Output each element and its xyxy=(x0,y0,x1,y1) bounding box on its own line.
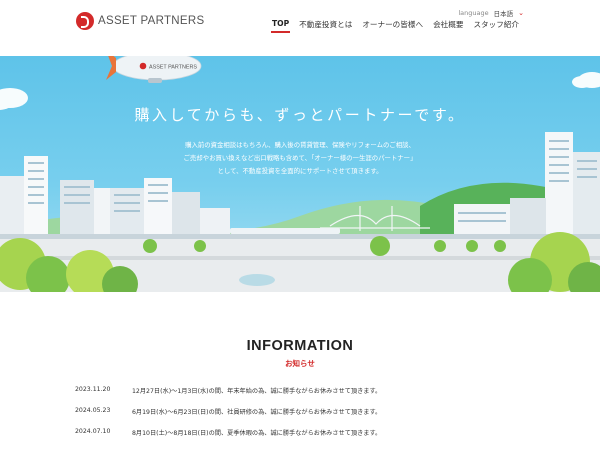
language-switcher[interactable]: language 日本語 ⌄ xyxy=(458,8,524,18)
hero-line: として、不動産投資を全面的にサポートさせて頂きます。 xyxy=(217,167,383,175)
hero-line: 購入前の資金相談はもちろん、購入後の賃貸管理、保険やリフォームのご相談、 xyxy=(185,141,415,149)
information-heading: INFORMATION xyxy=(246,338,354,354)
news-item[interactable]: 2024.07.10 8月10日(土)～8月18日(日)の間、夏季休暇の為、誠に… xyxy=(75,428,535,449)
site-header: ASSET PARTNERS language 日本語 ⌄ TOP 不動産投資と… xyxy=(0,0,600,56)
news-list: 2023.11.20 12月27日(水)～1月3日(水)の間、年末年始の為、誠に… xyxy=(75,386,535,449)
logo-text: ASSET PARTNERS xyxy=(98,15,205,27)
nav-item-top[interactable]: TOP xyxy=(267,19,294,33)
blimp-icon: ASSET PARTNERS xyxy=(106,56,202,83)
language-value: 日本語 xyxy=(493,10,514,18)
train-rail xyxy=(0,234,600,239)
news-text: 8月10日(土)～8月18日(日)の間、夏季休暇の為、誠に勝手ながらお休みさせて… xyxy=(132,430,382,437)
nav-item-staff[interactable]: スタッフ紹介 xyxy=(468,19,524,30)
hero-title: 購入してからも、ずっとパートナーです。 xyxy=(134,106,466,124)
information-subheading: お知らせ xyxy=(285,359,315,368)
news-text: 12月27日(水)～1月3日(水)の間、年末年始の為、誠に勝手ながらお休みさせて… xyxy=(132,388,382,395)
hero-description: 購入前の資金相談はもちろん、購入後の賃貸管理、保険やリフォームのご相談、 ご売却… xyxy=(0,139,600,178)
nav-item-real-estate-investment[interactable]: 不動産投資とは xyxy=(294,19,357,30)
logo-mark-icon xyxy=(76,12,94,30)
nav-item-company[interactable]: 会社概要 xyxy=(428,19,468,30)
news-text: 6月19日(水)～6月23日(日)の間、社員研修の為、誠に勝手ながらお休みさせて… xyxy=(132,409,382,416)
hero-banner: ASSET PARTNERS 購入してからも、ずっとパートナーです。 購入前の資… xyxy=(0,56,600,292)
chevron-down-icon: ⌄ xyxy=(518,9,524,17)
main-nav: TOP 不動産投資とは オーナーの皆様へ 会社概要 スタッフ紹介 xyxy=(267,19,524,33)
news-item[interactable]: 2023.11.20 12月27日(水)～1月3日(水)の間、年末年始の為、誠に… xyxy=(75,386,535,407)
hero-line: ご売却やお買い換えなど出口戦略も含めて、「オーナー様の一生涯のパートナー」 xyxy=(183,154,417,162)
language-label: language xyxy=(458,9,489,17)
blimp-text: ASSET PARTNERS xyxy=(149,65,197,71)
nav-item-owners[interactable]: オーナーの皆様へ xyxy=(357,19,428,30)
logo[interactable]: ASSET PARTNERS xyxy=(76,12,204,30)
news-item[interactable]: 2024.05.23 6月19日(水)～6月23日(日)の間、社員研修の為、誠に… xyxy=(75,407,535,428)
news-date: 2023.11.20 xyxy=(75,386,111,393)
train xyxy=(230,228,340,234)
news-date: 2024.05.23 xyxy=(75,407,111,414)
fountain xyxy=(239,274,275,286)
news-date: 2024.07.10 xyxy=(75,428,111,435)
